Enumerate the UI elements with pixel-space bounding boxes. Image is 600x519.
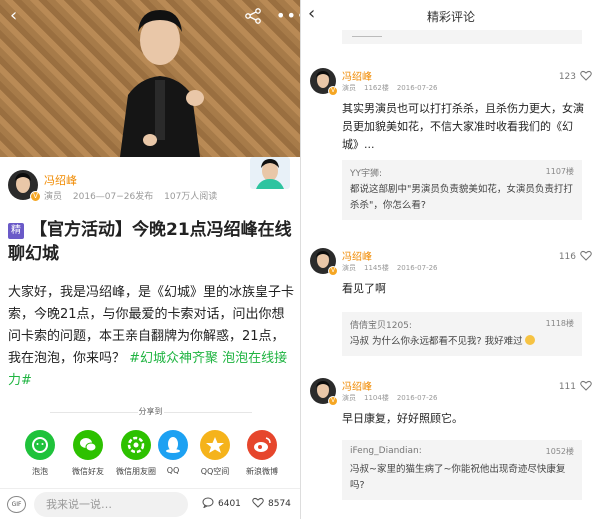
comment-like-count: 111 (558, 382, 576, 392)
article-title-text: 【官方活动】今晚21点冯绍峰在线聊幻城 (8, 220, 292, 264)
sad-emoji-icon (524, 335, 535, 345)
commenter-role: 演员 (342, 84, 356, 92)
weibo-icon (247, 430, 277, 460)
comment-meta: 演员 1145楼 2016-07-26 (342, 263, 446, 273)
comment-like-button[interactable]: 123 (559, 70, 592, 82)
comment-date: 2016-07-26 (396, 84, 438, 92)
verified-badge-icon: V (30, 191, 41, 202)
heart-icon (580, 70, 592, 81)
bottom-bar: GIF 我来说一说… 6401 8574 (0, 488, 300, 519)
quoted-user: YY宇狮: (350, 169, 383, 179)
comment-floor: 1162楼 (364, 84, 389, 92)
commenter-role: 演员 (342, 394, 356, 402)
comments-panel: ‹ 精彩评论 V 冯绍峰 演员 1162楼 2016-07-26 123 其实男演员… (302, 0, 600, 519)
page-title: 精彩评论 (426, 10, 475, 24)
quoted-text: 都说这部剧中"男演员负责貌美如花，女演员负责打打杀杀"，你怎么看? (350, 184, 573, 211)
back-icon[interactable]: ‹ (10, 7, 26, 25)
more-icon[interactable]: ••• (276, 6, 300, 25)
comment-date: 2016-07-26 (396, 394, 438, 402)
share-label-weibo: 新浪微博 (246, 467, 278, 476)
comment-like-button[interactable]: 111 (559, 380, 592, 392)
divider (352, 36, 382, 37)
share-wechat-button[interactable]: 微信好友 (63, 430, 113, 477)
screen: ‹ ••• V (0, 0, 600, 519)
comment-text: 其实男演员也可以打打杀杀，且杀伤力更大，女演员更加貌美如花，不信大家准时收看我们… (342, 102, 584, 151)
previous-quote-card (342, 30, 582, 44)
comment-item: V 冯绍峰 演员 1145楼 2016-07-26 116 看见了啊 倩倩宝贝120… (302, 248, 600, 360)
comment-floor: 1104楼 (364, 394, 389, 402)
share-weibo-button[interactable]: 新浪微博 (237, 430, 287, 477)
share-label-qzone: QQ空间 (200, 467, 230, 476)
comment-count: 6401 (218, 499, 241, 509)
comment-meta: 演员 1162楼 2016-07-26 (342, 83, 446, 93)
share-qzone-button[interactable]: QQ空间 (190, 430, 240, 477)
divider (164, 412, 252, 413)
moments-icon (121, 430, 151, 460)
commenter-role: 演员 (342, 264, 356, 272)
share-row: 泡泡 微信好友 微信朋友圈 QQ QQ空间 新浪微博 (0, 430, 300, 482)
paopao-icon (25, 430, 55, 460)
comment-text: 早日康复，好好照顾它。 (342, 412, 463, 425)
heart-icon (580, 380, 592, 391)
author-meta: 演员 2016—07−26发布 107万人阅读 (44, 189, 225, 202)
read-count: 107万人阅读 (164, 192, 218, 202)
hero-person-illustration (120, 10, 204, 157)
heart-icon (580, 250, 592, 261)
quoted-floor: 1118楼 (545, 319, 574, 328)
qzone-icon (200, 430, 230, 460)
comment-input[interactable]: 我来说一说… (34, 492, 188, 517)
quoted-comment[interactable]: 倩倩宝贝1205: 1118楼 冯叔 为什么你永远都看不见我? 我好难过 (342, 312, 582, 356)
share-label-paopao: 泡泡 (32, 467, 48, 476)
quoted-text-row: 冯叔 为什么你永远都看不见我? 我好难过 (350, 334, 574, 350)
comment-item: V 冯绍峰 演员 1104楼 2016-07-26 111 早日康复，好好照顾它。 … (302, 378, 600, 508)
wechat-icon (73, 430, 103, 460)
share-icon[interactable] (244, 8, 262, 24)
gif-button[interactable]: GIF (7, 496, 26, 513)
verified-badge-icon: V (328, 266, 338, 276)
comment-floor: 1145楼 (364, 264, 389, 272)
publish-date: 2016—07−26发布 (72, 192, 154, 202)
quoted-floor: 1052楼 (545, 447, 574, 456)
quoted-user: iFeng_Diandian: (350, 446, 422, 456)
quoted-floor: 1107楼 (545, 167, 574, 176)
featured-badge: 精 (8, 223, 24, 239)
comment-meta: 演员 1104楼 2016-07-26 (342, 393, 446, 403)
article-body: 大家好，我是冯绍峰，是《幻城》里的冰族皇子卡索，今晚21点，与你最爱的卡索对话，… (8, 282, 294, 392)
hero-image: ‹ ••• (0, 0, 300, 157)
quoted-comment[interactable]: iFeng_Diandian: 1052楼 冯叔~家里的猫生病了~你能祝他出现奇… (342, 440, 582, 500)
commenter-name[interactable]: 冯绍峰 (342, 248, 372, 263)
comment-icon (202, 497, 214, 508)
comment-like-count: 123 (558, 72, 576, 82)
like-count: 8574 (268, 499, 291, 509)
comments-header: ‹ 精彩评论 (302, 0, 600, 30)
quoted-comment[interactable]: YY宇狮: 1107楼 都说这部剧中"男演员负责貌美如花，女演员负责打打杀杀"，… (342, 160, 582, 220)
comment-count-button[interactable]: 6401 (202, 497, 241, 509)
verified-badge-icon: V (328, 86, 338, 96)
comment-like-count: 116 (558, 252, 576, 262)
quoted-text: 冯叔~家里的猫生病了~你能祝他出现奇迹尽快康复吗? (350, 464, 566, 491)
commenter-name[interactable]: 冯绍峰 (342, 378, 372, 393)
comment-like-button[interactable]: 116 (559, 250, 592, 262)
share-label-wechat: 微信好友 (72, 467, 104, 476)
comment-text: 看见了啊 (342, 282, 386, 295)
qq-icon (158, 430, 188, 460)
like-count-button[interactable]: 8574 (252, 497, 291, 509)
comment-item: V 冯绍峰 演员 1162楼 2016-07-26 123 其实男演员也可以打打杀杀… (302, 68, 600, 220)
verified-badge-icon: V (328, 396, 338, 406)
author-role: 演员 (44, 192, 63, 202)
heart-icon (252, 497, 264, 508)
article-panel: ‹ ••• V (0, 0, 301, 519)
comment-date: 2016-07-26 (396, 264, 438, 272)
quoted-user: 倩倩宝贝1205: (350, 321, 412, 331)
share-paopao-button[interactable]: 泡泡 (15, 430, 65, 477)
quoted-text: 冯叔 为什么你永远都看不见我? 我好难过 (350, 336, 523, 347)
article-title: 精【官方活动】今晚21点冯绍峰在线聊幻城 (8, 218, 296, 266)
share-label: 分享到 (138, 407, 163, 416)
author-name[interactable]: 冯绍峰 (44, 172, 77, 188)
author-row: V 冯绍峰 演员 2016—07−26发布 107万人阅读 (8, 170, 298, 206)
commenter-name[interactable]: 冯绍峰 (342, 68, 372, 83)
